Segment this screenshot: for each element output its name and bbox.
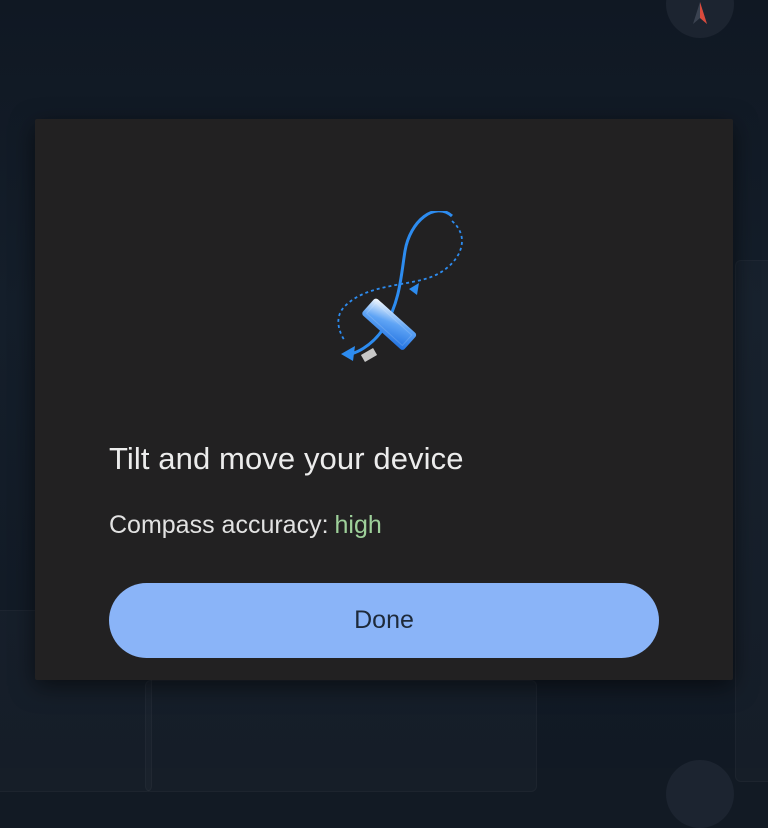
accuracy-label: Compass accuracy: xyxy=(109,511,329,539)
floating-button[interactable] xyxy=(666,760,734,828)
compass-calibration-dialog: Tilt and move your device Compass accura… xyxy=(35,119,733,680)
compass-icon xyxy=(693,2,707,24)
figure-eight-phone-icon xyxy=(337,211,463,362)
dialog-title: Tilt and move your device xyxy=(109,441,464,476)
background-tile xyxy=(145,680,537,792)
accuracy-value: high xyxy=(334,511,382,539)
compass-accuracy-text: Compass accuracy: high xyxy=(109,511,382,540)
background-tile xyxy=(735,260,768,782)
done-button[interactable]: Done xyxy=(109,583,659,658)
